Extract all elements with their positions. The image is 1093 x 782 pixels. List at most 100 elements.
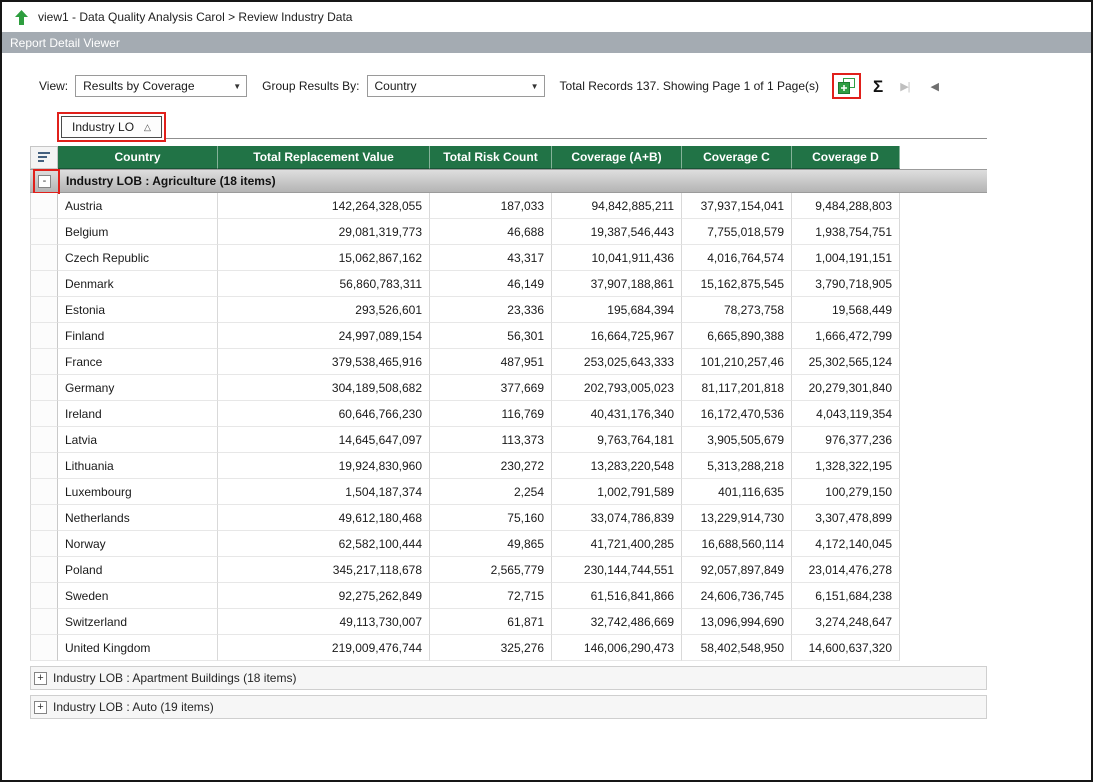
value-cell[interactable]: 33,074,786,839	[552, 505, 682, 531]
value-cell[interactable]: 976,377,236	[792, 427, 900, 453]
value-cell[interactable]: 16,172,470,536	[682, 401, 792, 427]
value-cell[interactable]: 60,646,766,230	[218, 401, 430, 427]
column-header-total-risk-count[interactable]: Total Risk Count	[430, 146, 552, 169]
value-cell[interactable]: 20,279,301,840	[792, 375, 900, 401]
value-cell[interactable]: 78,273,758	[682, 297, 792, 323]
value-cell[interactable]: 345,217,118,678	[218, 557, 430, 583]
value-cell[interactable]: 4,172,140,045	[792, 531, 900, 557]
value-cell[interactable]: 230,144,744,551	[552, 557, 682, 583]
country-cell[interactable]: Finland	[58, 323, 218, 349]
country-cell[interactable]: Denmark	[58, 271, 218, 297]
value-cell[interactable]: 13,283,220,548	[552, 453, 682, 479]
table-row[interactable]: Lithuania19,924,830,960230,27213,283,220…	[30, 453, 987, 479]
next-page-button[interactable]: ▶|	[900, 80, 909, 93]
table-row[interactable]: Ireland60,646,766,230116,76940,431,176,3…	[30, 401, 987, 427]
table-row[interactable]: France379,538,465,916487,951253,025,643,…	[30, 349, 987, 375]
value-cell[interactable]: 23,014,476,278	[792, 557, 900, 583]
value-cell[interactable]: 100,279,150	[792, 479, 900, 505]
value-cell[interactable]: 195,684,394	[552, 297, 682, 323]
group-row[interactable]: +Industry LOB : Apartment Buildings (18 …	[30, 666, 987, 690]
view-select[interactable]: Results by Coverage ▼	[75, 75, 247, 97]
value-cell[interactable]: 49,612,180,468	[218, 505, 430, 531]
value-cell[interactable]: 101,210,257,46	[682, 349, 792, 375]
value-cell[interactable]: 92,057,897,849	[682, 557, 792, 583]
value-cell[interactable]: 41,721,400,285	[552, 531, 682, 557]
value-cell[interactable]: 46,688	[430, 219, 552, 245]
country-cell[interactable]: Ireland	[58, 401, 218, 427]
table-row[interactable]: Netherlands49,612,180,46875,16033,074,78…	[30, 505, 987, 531]
value-cell[interactable]: 1,938,754,751	[792, 219, 900, 245]
table-row[interactable]: Estonia293,526,60123,336195,684,39478,27…	[30, 297, 987, 323]
table-row[interactable]: Denmark56,860,783,31146,14937,907,188,86…	[30, 271, 987, 297]
value-cell[interactable]: 230,272	[430, 453, 552, 479]
value-cell[interactable]: 1,004,191,151	[792, 245, 900, 271]
value-cell[interactable]: 62,582,100,444	[218, 531, 430, 557]
country-cell[interactable]: United Kingdom	[58, 635, 218, 661]
value-cell[interactable]: 9,484,288,803	[792, 193, 900, 219]
value-cell[interactable]: 49,865	[430, 531, 552, 557]
group-row[interactable]: -Industry LOB : Agriculture (18 items)	[30, 169, 987, 193]
value-cell[interactable]: 6,665,890,388	[682, 323, 792, 349]
value-cell[interactable]: 2,254	[430, 479, 552, 505]
value-cell[interactable]: 4,016,764,574	[682, 245, 792, 271]
value-cell[interactable]: 75,160	[430, 505, 552, 531]
value-cell[interactable]: 13,229,914,730	[682, 505, 792, 531]
value-cell[interactable]: 146,006,290,473	[552, 635, 682, 661]
country-cell[interactable]: Netherlands	[58, 505, 218, 531]
value-cell[interactable]: 379,538,465,916	[218, 349, 430, 375]
group-field-chip[interactable]: Industry LO △	[61, 116, 162, 138]
country-cell[interactable]: Belgium	[58, 219, 218, 245]
table-row[interactable]: Austria142,264,328,055187,03394,842,885,…	[30, 193, 987, 219]
value-cell[interactable]: 10,041,911,436	[552, 245, 682, 271]
value-cell[interactable]: 9,763,764,181	[552, 427, 682, 453]
value-cell[interactable]: 29,081,319,773	[218, 219, 430, 245]
table-row[interactable]: Switzerland49,113,730,00761,87132,742,48…	[30, 609, 987, 635]
table-row[interactable]: Norway62,582,100,44449,86541,721,400,285…	[30, 531, 987, 557]
table-row[interactable]: Latvia14,645,647,097113,3739,763,764,181…	[30, 427, 987, 453]
country-cell[interactable]: Estonia	[58, 297, 218, 323]
column-header-coverage-c[interactable]: Coverage C	[682, 146, 792, 169]
column-header-coverage-a-b[interactable]: Coverage (A+B)	[552, 146, 682, 169]
value-cell[interactable]: 16,664,725,967	[552, 323, 682, 349]
value-cell[interactable]: 6,151,684,238	[792, 583, 900, 609]
value-cell[interactable]: 293,526,601	[218, 297, 430, 323]
table-row[interactable]: Luxembourg1,504,187,3742,2541,002,791,58…	[30, 479, 987, 505]
value-cell[interactable]: 13,096,994,690	[682, 609, 792, 635]
value-cell[interactable]: 43,317	[430, 245, 552, 271]
export-button[interactable]	[838, 78, 855, 94]
value-cell[interactable]: 92,275,262,849	[218, 583, 430, 609]
value-cell[interactable]: 81,117,201,818	[682, 375, 792, 401]
country-cell[interactable]: France	[58, 349, 218, 375]
country-cell[interactable]: Switzerland	[58, 609, 218, 635]
value-cell[interactable]: 253,025,643,333	[552, 349, 682, 375]
value-cell[interactable]: 46,149	[430, 271, 552, 297]
table-row[interactable]: Poland345,217,118,6782,565,779230,144,74…	[30, 557, 987, 583]
value-cell[interactable]: 15,162,875,545	[682, 271, 792, 297]
column-header-coverage-d[interactable]: Coverage D	[792, 146, 900, 169]
country-cell[interactable]: Czech Republic	[58, 245, 218, 271]
country-cell[interactable]: Austria	[58, 193, 218, 219]
summary-sigma-button[interactable]: Σ	[873, 78, 883, 95]
value-cell[interactable]: 94,842,885,211	[552, 193, 682, 219]
value-cell[interactable]: 15,062,867,162	[218, 245, 430, 271]
country-cell[interactable]: Luxembourg	[58, 479, 218, 505]
table-row[interactable]: Finland24,997,089,15456,30116,664,725,96…	[30, 323, 987, 349]
value-cell[interactable]: 37,937,154,041	[682, 193, 792, 219]
value-cell[interactable]: 187,033	[430, 193, 552, 219]
value-cell[interactable]: 72,715	[430, 583, 552, 609]
group-row[interactable]: +Industry LOB : Auto (19 items)	[30, 695, 987, 719]
value-cell[interactable]: 377,669	[430, 375, 552, 401]
value-cell[interactable]: 3,274,248,647	[792, 609, 900, 635]
country-cell[interactable]: Poland	[58, 557, 218, 583]
value-cell[interactable]: 1,666,472,799	[792, 323, 900, 349]
country-cell[interactable]: Germany	[58, 375, 218, 401]
value-cell[interactable]: 3,905,505,679	[682, 427, 792, 453]
value-cell[interactable]: 61,516,841,866	[552, 583, 682, 609]
value-cell[interactable]: 37,907,188,861	[552, 271, 682, 297]
value-cell[interactable]: 1,002,791,589	[552, 479, 682, 505]
country-cell[interactable]: Latvia	[58, 427, 218, 453]
column-header-country[interactable]: Country	[58, 146, 218, 169]
value-cell[interactable]: 401,116,635	[682, 479, 792, 505]
grid-customization-button[interactable]	[30, 146, 58, 169]
table-row[interactable]: United Kingdom219,009,476,744325,276146,…	[30, 635, 987, 661]
